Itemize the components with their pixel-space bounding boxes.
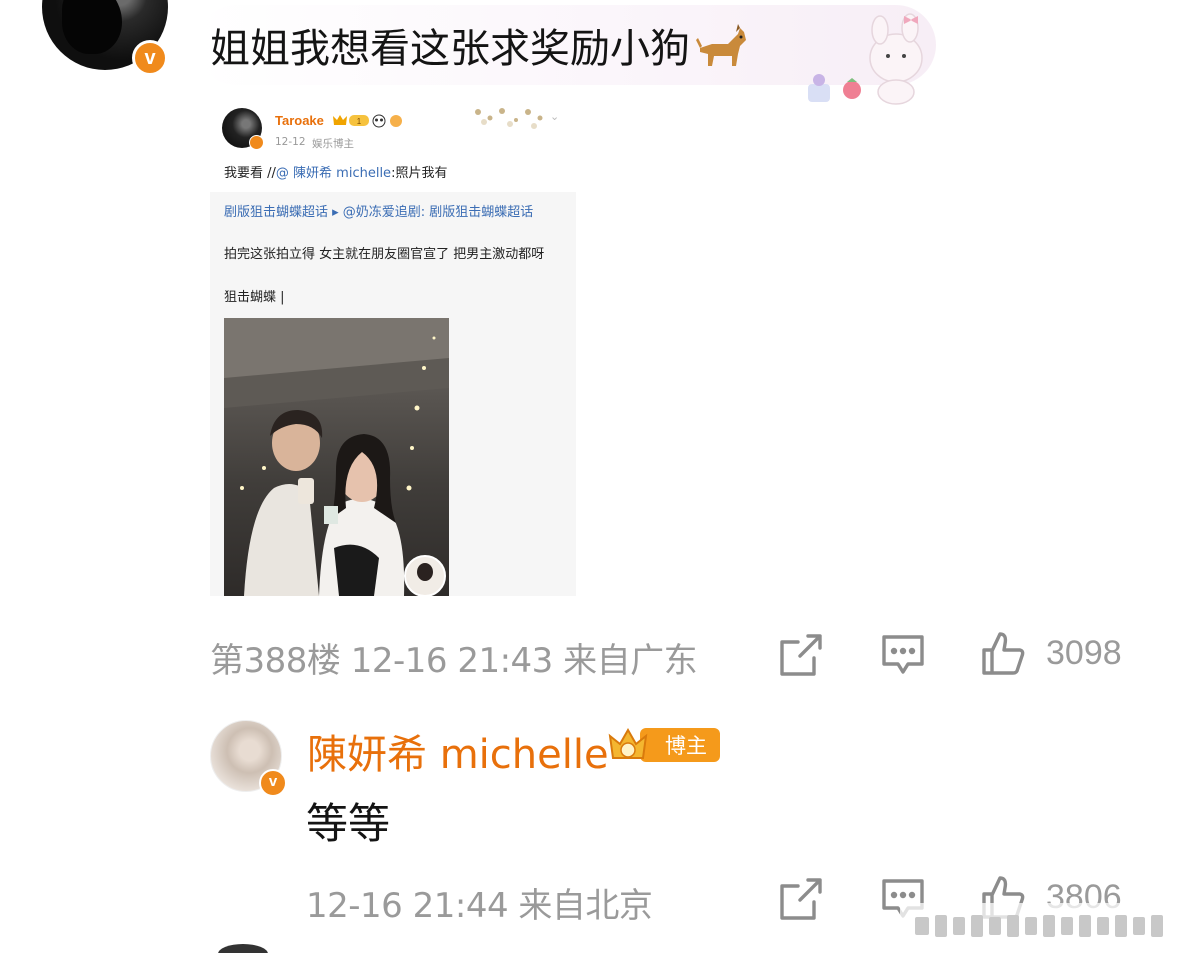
embedded-screenshot[interactable]: Taroake 1 12-12 娱乐博主 ⌄ 我要看 //@ 陳妍希 miche… bbox=[210, 100, 576, 596]
embedded-repost-card[interactable]: 剧版狙击蝴蝶超话 ▸ @奶冻爱追剧: 剧版狙击蝴蝶超话 拍完这张拍立得 女主就在… bbox=[210, 192, 576, 596]
comment-text: 姐姐我想看这张求奖励小狗 bbox=[210, 24, 748, 73]
repost-tag: 狙击蝴蝶 | bbox=[224, 290, 285, 305]
watermark-icon bbox=[915, 915, 1163, 937]
verified-badge-icon bbox=[249, 135, 264, 150]
thumbs-up-icon[interactable] bbox=[980, 630, 1026, 676]
comment-time: 12-16 21:43 bbox=[350, 641, 554, 681]
commenter-avatar[interactable]: v bbox=[42, 0, 168, 76]
verified-badge-icon: v bbox=[259, 769, 287, 797]
share-icon[interactable] bbox=[778, 876, 824, 922]
share-icon[interactable] bbox=[778, 632, 824, 678]
replier-avatar[interactable]: v bbox=[210, 720, 287, 797]
reply-text: 等等 bbox=[306, 799, 391, 848]
reply-time: 12-16 21:44 bbox=[306, 886, 509, 926]
photo-illustration bbox=[224, 318, 449, 596]
couple-photo[interactable] bbox=[224, 318, 449, 596]
comment-location: 来自广东 bbox=[563, 641, 698, 681]
dog-emoji-icon bbox=[696, 24, 746, 66]
embedded-repost-text: 我要看 //@ 陳妍希 michelle:照片我有 bbox=[224, 162, 447, 181]
badge-level: 1 bbox=[357, 117, 362, 126]
verified-badge-icon: v bbox=[132, 40, 168, 76]
blogger-badge-icon: 博主 bbox=[608, 727, 720, 762]
repost-mention-link[interactable]: @ 陳妍希 michelle bbox=[276, 166, 391, 181]
repost-prefix: 我要看 // bbox=[224, 166, 276, 181]
replier-name[interactable]: 陳妍希 michelle bbox=[307, 722, 609, 780]
like-count: 3098 bbox=[1046, 634, 1122, 672]
sticker-decoration bbox=[808, 13, 923, 105]
repost-suffix: :照片我有 bbox=[391, 166, 448, 181]
reply-location: 来自北京 bbox=[518, 886, 653, 926]
chevron-down-icon[interactable]: ⌄ bbox=[550, 110, 559, 123]
comment-text-content: 姐姐我想看这张求奖励小狗 bbox=[210, 26, 690, 72]
embedded-role: 娱乐博主 bbox=[312, 138, 354, 150]
user-badges-icon: 1 bbox=[333, 114, 402, 128]
comment-icon[interactable] bbox=[880, 632, 926, 678]
badge-label: 博主 bbox=[665, 734, 707, 758]
embedded-date: 12-12 bbox=[275, 136, 306, 148]
embedded-avatar bbox=[222, 108, 264, 150]
card-decoration bbox=[475, 108, 543, 129]
embedded-username: Taroake bbox=[275, 113, 324, 128]
reply-meta: 12-16 21:44 来自北京 bbox=[306, 878, 653, 927]
comment-meta: 第388楼 12-16 21:43 来自广东 bbox=[210, 633, 698, 682]
supertopic-link[interactable]: 剧版狙击蝴蝶超话 ▸ @奶冻爱追剧: 剧版狙击蝴蝶超话 bbox=[224, 202, 564, 223]
floor-number: 第388楼 bbox=[210, 641, 341, 681]
next-comment-avatar[interactable] bbox=[218, 944, 268, 953]
repost-body: 拍完这张拍立得 女主就在朋友圈官宣了 把男主激动都呀 bbox=[224, 247, 545, 262]
